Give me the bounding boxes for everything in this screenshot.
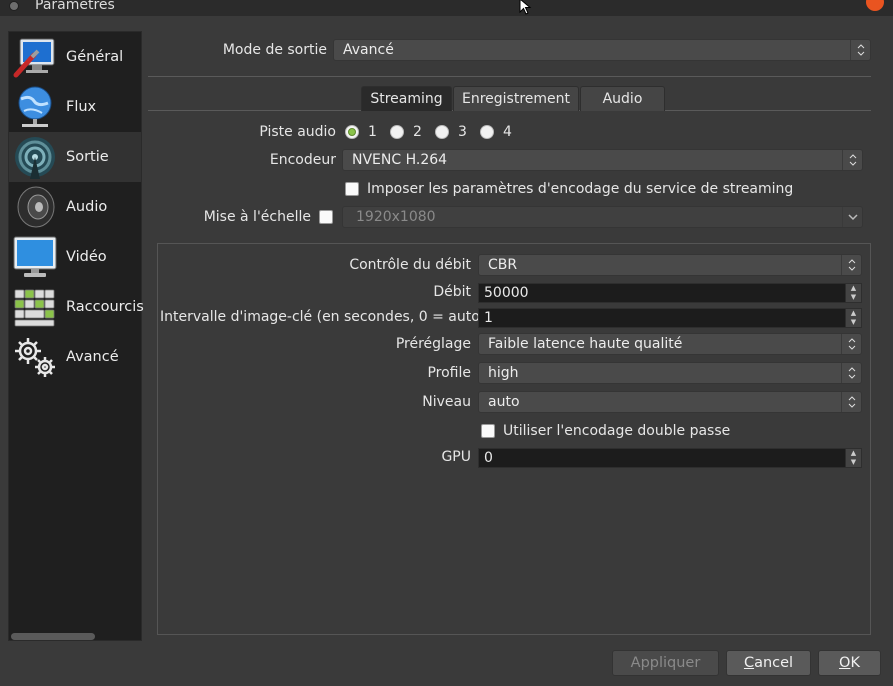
sidebar-item-flux[interactable]: Flux <box>9 82 141 132</box>
preset-select[interactable]: Faible latence haute qualité <box>478 333 862 355</box>
sidebar-item-label: Général <box>66 49 124 65</box>
chevron-up-icon[interactable]: ▲ <box>846 284 861 293</box>
window-menu-icon[interactable] <box>9 1 19 11</box>
sidebar-item-label: Raccourcis <box>66 299 144 315</box>
window-title: Paramètres <box>35 0 115 13</box>
two-pass-checkbox[interactable] <box>481 424 495 438</box>
profile-value: high <box>488 365 519 381</box>
ok-rest: K <box>850 655 860 671</box>
updown-arrow-icon <box>841 334 861 354</box>
updown-arrow-icon <box>842 150 862 170</box>
spin-buttons[interactable]: ▲ ▼ <box>845 449 861 467</box>
spin-buttons[interactable]: ▲ ▼ <box>845 284 861 302</box>
radio-label: 2 <box>413 124 422 140</box>
bitrate-label: Débit <box>433 284 471 300</box>
tab-streaming[interactable]: Streaming <box>361 86 452 111</box>
keyframe-interval-value: 1 <box>484 310 493 326</box>
audio-track-radio-2[interactable] <box>390 125 404 139</box>
title-bar: Paramètres <box>0 0 893 16</box>
chevron-up-icon[interactable]: ▲ <box>846 449 861 458</box>
sidebar-item-shortcuts[interactable]: Raccourcis <box>9 282 144 332</box>
sidebar-item-label: Flux <box>66 99 97 115</box>
chevron-up-icon[interactable]: ▲ <box>846 309 861 318</box>
monitor-wrench-icon <box>13 38 55 78</box>
apply-button[interactable]: Appliquer <box>612 650 719 676</box>
mouse-cursor-icon <box>519 0 532 15</box>
chevron-down-icon[interactable]: ▼ <box>846 318 861 327</box>
settings-sidebar: Général Flux Sortie Audio Vidéo Raccourc… <box>8 31 144 641</box>
chevron-down-icon <box>842 207 862 227</box>
rescale-label: Mise à l'échelle <box>203 209 311 225</box>
sidebar-item-sortie[interactable]: Sortie <box>9 132 141 182</box>
level-value: auto <box>488 394 520 410</box>
rescale-resolution-select[interactable]: 1920x1080 <box>342 206 863 228</box>
level-select[interactable]: auto <box>478 391 862 413</box>
encoder-select[interactable]: NVENC H.264 <box>342 149 863 171</box>
updown-arrow-icon <box>841 392 861 412</box>
divider <box>148 76 871 77</box>
chevron-down-icon[interactable]: ▼ <box>846 458 861 467</box>
output-mode-select[interactable]: Avancé <box>333 39 871 61</box>
bitrate-spinbox[interactable]: 50000 ▲ ▼ <box>478 283 862 303</box>
audio-track-radio-3[interactable] <box>435 125 449 139</box>
rescale-checkbox[interactable] <box>319 210 333 224</box>
preset-value: Faible latence haute qualité <box>488 336 683 352</box>
tab-audio[interactable]: Audio <box>580 86 665 111</box>
preset-label: Préréglage <box>395 336 471 352</box>
audio-track-radio-4[interactable] <box>480 125 494 139</box>
rate-control-select[interactable]: CBR <box>478 254 862 276</box>
sidebar-item-audio[interactable]: Audio <box>9 182 141 232</box>
sidebar-item-label: Sortie <box>66 149 109 165</box>
sidebar-item-advanced[interactable]: Avancé <box>9 332 141 382</box>
keyframe-interval-spinbox[interactable]: 1 ▲ ▼ <box>478 308 862 328</box>
rescale-value: 1920x1080 <box>356 209 436 225</box>
sidebar-item-label: Vidéo <box>66 249 107 265</box>
enforce-service-label: Imposer les paramètres d'encodage du ser… <box>367 181 794 197</box>
bitrate-value: 50000 <box>484 285 529 301</box>
gpu-label: GPU <box>441 449 471 465</box>
broadcast-antenna-icon <box>15 137 55 179</box>
encoder-value: NVENC H.264 <box>352 152 448 168</box>
output-mode-label: Mode de sortie <box>222 42 327 58</box>
cancel-mnemonic: C <box>743 655 755 671</box>
output-mode-value: Avancé <box>343 42 394 58</box>
profile-select[interactable]: high <box>478 362 862 384</box>
monitor-icon <box>13 236 57 277</box>
cancel-rest: ancel <box>754 655 794 671</box>
level-label: Niveau <box>422 394 471 410</box>
audio-track-radio-1[interactable] <box>345 125 359 139</box>
sidebar-item-video[interactable]: Vidéo <box>9 232 141 282</box>
updown-arrow-icon <box>841 363 861 383</box>
keyboard-icon <box>14 289 55 327</box>
keyframe-interval-label: Intervalle d'image-clé (en secondes, 0 =… <box>160 309 486 325</box>
profile-label: Profile <box>427 365 471 381</box>
radio-label: 3 <box>458 124 467 140</box>
gears-icon <box>15 338 55 377</box>
gpu-value: 0 <box>484 450 493 466</box>
tab-recording[interactable]: Enregistrement <box>453 86 579 111</box>
ok-mnemonic: O <box>839 655 851 671</box>
globe-network-icon <box>18 86 52 127</box>
rate-control-label: Contrôle du débit <box>349 257 471 273</box>
rate-control-value: CBR <box>488 257 518 273</box>
two-pass-label: Utiliser l'encodage double passe <box>503 423 731 439</box>
speaker-icon <box>17 186 55 228</box>
spin-buttons[interactable]: ▲ ▼ <box>845 309 861 327</box>
chevron-down-icon[interactable]: ▼ <box>846 293 861 302</box>
radio-label: 4 <box>503 124 512 140</box>
audio-track-label: Piste audio <box>259 124 336 140</box>
sidebar-item-label: Audio <box>66 199 108 215</box>
enforce-service-checkbox[interactable] <box>345 182 359 196</box>
sidebar-item-general[interactable]: Général <box>9 32 141 82</box>
sidebar-item-label: Avancé <box>66 349 119 365</box>
updown-arrow-icon <box>841 255 861 275</box>
sidebar-scrollbar[interactable] <box>11 633 95 640</box>
cancel-button[interactable]: Cancel <box>726 650 811 676</box>
ok-button[interactable]: OK <box>818 650 881 676</box>
gpu-spinbox[interactable]: 0 ▲ ▼ <box>478 448 862 468</box>
radio-label: 1 <box>368 124 377 140</box>
encoder-label: Encodeur <box>269 152 336 168</box>
close-icon[interactable] <box>866 0 884 11</box>
updown-arrow-icon <box>850 40 870 60</box>
